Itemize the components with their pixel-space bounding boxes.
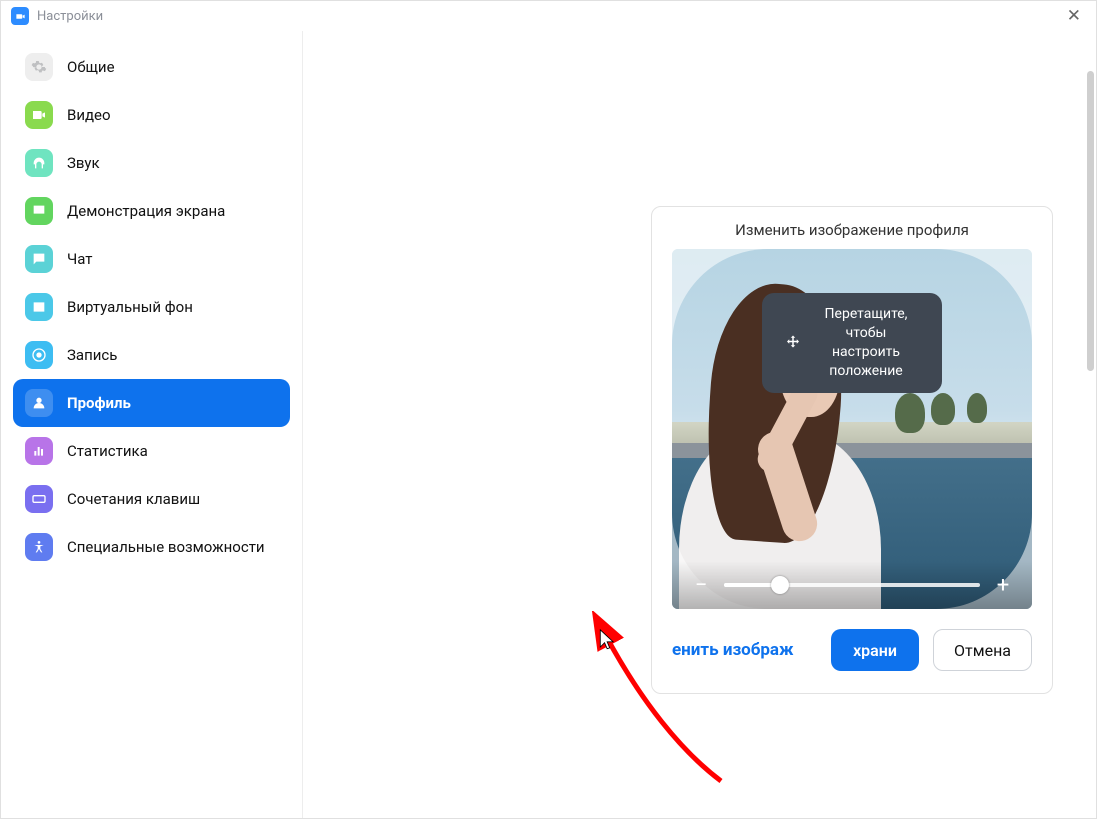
sidebar-item-label: Статистика bbox=[67, 442, 148, 460]
zoom-app-icon bbox=[11, 7, 29, 25]
sidebar-item-label: Демонстрация экрана bbox=[67, 202, 225, 220]
sidebar-item-label: Специальные возможности bbox=[67, 538, 265, 556]
change-image-link[interactable]: енить изображ bbox=[672, 640, 817, 660]
zoom-slider-knob[interactable] bbox=[771, 576, 789, 594]
image-crop-area[interactable]: Перетащите, чтобы настроить положение − … bbox=[672, 249, 1032, 609]
profile-panel: икина ╌╌ филь льной версии ие функции Из… bbox=[303, 31, 1096, 818]
save-button[interactable]: храни bbox=[831, 629, 919, 671]
sidebar-item-video[interactable]: Видео bbox=[13, 91, 290, 139]
window-close-button[interactable]: ✕ bbox=[1062, 6, 1086, 26]
sidebar-item-label: Чат bbox=[67, 250, 93, 268]
sidebar-item-accessibility[interactable]: Специальные возможности bbox=[13, 523, 290, 571]
keyboard-icon bbox=[25, 485, 53, 513]
share-screen-icon bbox=[25, 197, 53, 225]
zoom-out-button[interactable]: − bbox=[692, 573, 710, 598]
button-label: храни bbox=[853, 641, 897, 660]
window-title: Настройки bbox=[37, 9, 103, 24]
zoom-in-button[interactable]: + bbox=[994, 573, 1012, 598]
button-label: Отмена bbox=[954, 641, 1011, 660]
sidebar-item-chat[interactable]: Чат bbox=[13, 235, 290, 283]
sidebar-item-profile[interactable]: Профиль bbox=[13, 379, 290, 427]
sidebar-item-virtual-background[interactable]: Виртуальный фон bbox=[13, 283, 290, 331]
record-icon bbox=[25, 341, 53, 369]
sidebar-item-recording[interactable]: Запись bbox=[13, 331, 290, 379]
virtual-background-icon bbox=[25, 293, 53, 321]
sidebar-item-audio[interactable]: Звук bbox=[13, 139, 290, 187]
sidebar-item-label: Профиль bbox=[67, 394, 131, 412]
sidebar-item-label: Сочетания клавиш bbox=[67, 490, 200, 508]
video-icon bbox=[25, 101, 53, 129]
sidebar-item-keyboard-shortcuts[interactable]: Сочетания клавиш bbox=[13, 475, 290, 523]
sidebar-item-label: Видео bbox=[67, 106, 111, 124]
window-titlebar: Настройки ✕ bbox=[1, 1, 1096, 31]
headphones-icon bbox=[25, 149, 53, 177]
settings-sidebar: Общие Видео Звук Демонстрация экрана Чат… bbox=[1, 31, 303, 818]
cancel-button[interactable]: Отмена bbox=[933, 629, 1032, 671]
sidebar-item-statistics[interactable]: Статистика bbox=[13, 427, 290, 475]
sidebar-item-label: Звук bbox=[67, 154, 100, 172]
accessibility-icon bbox=[25, 533, 53, 561]
drag-hint-tooltip: Перетащите, чтобы настроить положение bbox=[762, 293, 942, 393]
move-icon bbox=[784, 334, 802, 352]
dialog-title: Изменить изображение профиля bbox=[652, 207, 1052, 249]
sidebar-item-label: Виртуальный фон bbox=[67, 298, 193, 316]
sidebar-item-label: Общие bbox=[67, 58, 115, 76]
sidebar-item-label: Запись bbox=[67, 346, 117, 364]
statistics-icon bbox=[25, 437, 53, 465]
sidebar-item-share-screen[interactable]: Демонстрация экрана bbox=[13, 187, 290, 235]
zoom-slider-row: − + bbox=[672, 561, 1032, 609]
zoom-slider[interactable] bbox=[724, 583, 980, 587]
profile-icon bbox=[25, 389, 53, 417]
chat-icon bbox=[25, 245, 53, 273]
change-profile-picture-dialog: Изменить изображение профиля bbox=[651, 206, 1053, 694]
hint-text: Перетащите, чтобы настроить положение bbox=[812, 305, 920, 381]
sidebar-item-general[interactable]: Общие bbox=[13, 43, 290, 91]
gear-icon bbox=[25, 53, 53, 81]
scrollbar[interactable] bbox=[1087, 71, 1094, 371]
